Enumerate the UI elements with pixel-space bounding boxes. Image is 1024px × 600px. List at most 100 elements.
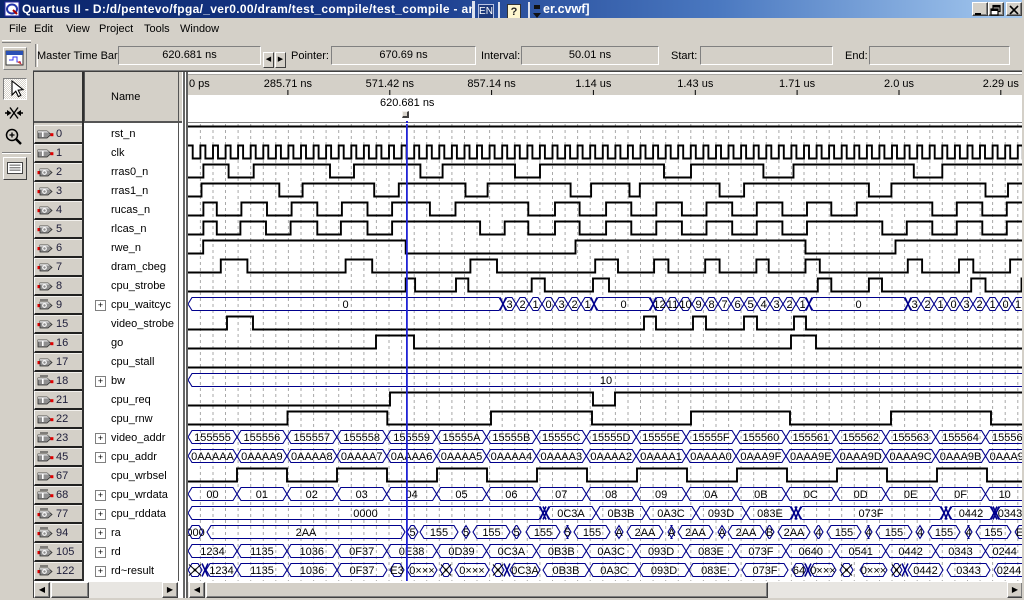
svg-text:155: 155: [482, 527, 500, 539]
svg-text:10: 10: [600, 375, 612, 387]
svg-text:0343: 0343: [998, 508, 1022, 520]
svg-text:0B3B: 0B3B: [553, 565, 580, 577]
svg-text:00: 00: [206, 489, 218, 501]
svg-text:4: 4: [865, 527, 871, 539]
svg-text:A: A: [615, 527, 623, 539]
svg-text:0AAAA9: 0AAAA9: [241, 451, 283, 463]
svg-text:155558: 155558: [343, 432, 380, 444]
svg-text:0442: 0442: [913, 565, 937, 577]
svg-text:1: 1: [1015, 299, 1021, 311]
svg-text:3: 3: [773, 299, 779, 311]
svg-text:1: 1: [937, 299, 943, 311]
svg-text:8: 8: [708, 299, 714, 311]
svg-text:155565: 155565: [992, 432, 1024, 444]
svg-text:5: 5: [564, 527, 570, 539]
svg-text:1036: 1036: [300, 565, 324, 577]
svg-text:0C3A: 0C3A: [557, 508, 585, 520]
svg-text:0F37: 0F37: [349, 565, 374, 577]
svg-text:0×××: 0×××: [459, 565, 484, 577]
svg-text:0E: 0E: [904, 489, 917, 501]
svg-text:0A3C: 0A3C: [597, 546, 625, 558]
svg-text:1234: 1234: [200, 546, 224, 558]
svg-text:4: 4: [760, 299, 766, 311]
svg-text:2: 2: [924, 299, 930, 311]
svg-text:0244: 0244: [997, 565, 1021, 577]
svg-text:2AA: 2AA: [296, 527, 317, 539]
svg-text:2: 2: [571, 299, 577, 311]
svg-text:0×××: 0×××: [409, 565, 434, 577]
svg-text:155556: 155556: [244, 432, 281, 444]
svg-text:0AAAA0: 0AAAA0: [690, 451, 732, 463]
svg-text:155561: 155561: [792, 432, 829, 444]
svg-text:03: 03: [356, 489, 368, 501]
svg-text:0AAA9E: 0AAA9E: [790, 451, 832, 463]
svg-text:0: 0: [1002, 299, 1008, 311]
svg-text:1.71 us: 1.71 us: [779, 78, 816, 90]
svg-text:9: 9: [695, 299, 701, 311]
svg-text:571.42 ns: 571.42 ns: [366, 78, 415, 90]
svg-text:1: 1: [584, 299, 590, 311]
svg-text:1: 1: [532, 299, 538, 311]
svg-text:073F: 073F: [752, 565, 777, 577]
svg-text:155: 155: [984, 527, 1002, 539]
svg-text:0D39: 0D39: [448, 546, 474, 558]
svg-text:0 ps: 0 ps: [189, 78, 210, 90]
svg-text:2.0 us: 2.0 us: [884, 78, 914, 90]
svg-text:0AAAA5: 0AAAA5: [441, 451, 483, 463]
svg-text:02: 02: [306, 489, 318, 501]
svg-text:2AA: 2AA: [736, 527, 757, 539]
svg-text:1.14 us: 1.14 us: [575, 78, 612, 90]
svg-text:15555E: 15555E: [642, 432, 680, 444]
svg-text:155555: 155555: [194, 432, 231, 444]
svg-text:155562: 155562: [842, 432, 879, 444]
svg-text:0D: 0D: [854, 489, 868, 501]
svg-text:0AAA9F: 0AAA9F: [740, 451, 781, 463]
svg-text:0C: 0C: [804, 489, 818, 501]
svg-text:155559: 155559: [393, 432, 430, 444]
svg-text:0AAAA8: 0AAAA8: [291, 451, 333, 463]
svg-text:155: 155: [885, 527, 903, 539]
svg-text:0000: 0000: [353, 508, 377, 520]
svg-text:11: 11: [667, 299, 678, 311]
svg-text:15555D: 15555D: [592, 432, 631, 444]
svg-text:155557: 155557: [293, 432, 330, 444]
svg-text:0AAA9D: 0AAA9D: [840, 451, 882, 463]
svg-text:0AAAA6: 0AAAA6: [391, 451, 433, 463]
svg-text:093D: 093D: [648, 546, 674, 558]
svg-text:A: A: [718, 527, 726, 539]
svg-text:3: 3: [963, 299, 969, 311]
svg-text:2AA: 2AA: [784, 527, 805, 539]
svg-text:2: 2: [786, 299, 792, 311]
svg-text:0B3B: 0B3B: [548, 546, 575, 558]
svg-text:0442: 0442: [959, 508, 983, 520]
svg-text:0AAAA4: 0AAAA4: [491, 451, 533, 463]
svg-text:073F: 073F: [858, 508, 883, 520]
svg-text:4: 4: [965, 527, 971, 539]
svg-text:08: 08: [605, 489, 617, 501]
svg-text:7: 7: [721, 299, 727, 311]
svg-text:0AAAA7: 0AAAA7: [341, 451, 383, 463]
svg-text:6: 6: [734, 299, 740, 311]
svg-text:1135: 1135: [250, 546, 274, 558]
svg-text:2: 2: [976, 299, 982, 311]
svg-text:E3: E3: [390, 565, 403, 577]
svg-text:5: 5: [463, 527, 469, 539]
svg-text:0C3A: 0C3A: [498, 546, 526, 558]
svg-text:A: A: [668, 527, 676, 539]
svg-text:3: 3: [558, 299, 564, 311]
svg-text:01: 01: [256, 489, 268, 501]
svg-text:0B3B: 0B3B: [608, 508, 635, 520]
svg-text:0×××: 0×××: [861, 565, 886, 577]
svg-text:0A3C: 0A3C: [657, 508, 685, 520]
svg-text:0AAA9C: 0AAA9C: [889, 451, 931, 463]
svg-text:05: 05: [455, 489, 467, 501]
svg-text:0AAAAA: 0AAAAA: [191, 451, 234, 463]
svg-text:083E: 083E: [701, 565, 727, 577]
svg-text:5: 5: [409, 527, 415, 539]
svg-text:0AAAA3: 0AAAA3: [541, 451, 583, 463]
svg-text:06: 06: [505, 489, 517, 501]
svg-text:0×××: 0×××: [810, 565, 835, 577]
svg-text:B: B: [766, 527, 773, 539]
svg-text:5: 5: [747, 299, 753, 311]
svg-text:0F: 0F: [954, 489, 967, 501]
